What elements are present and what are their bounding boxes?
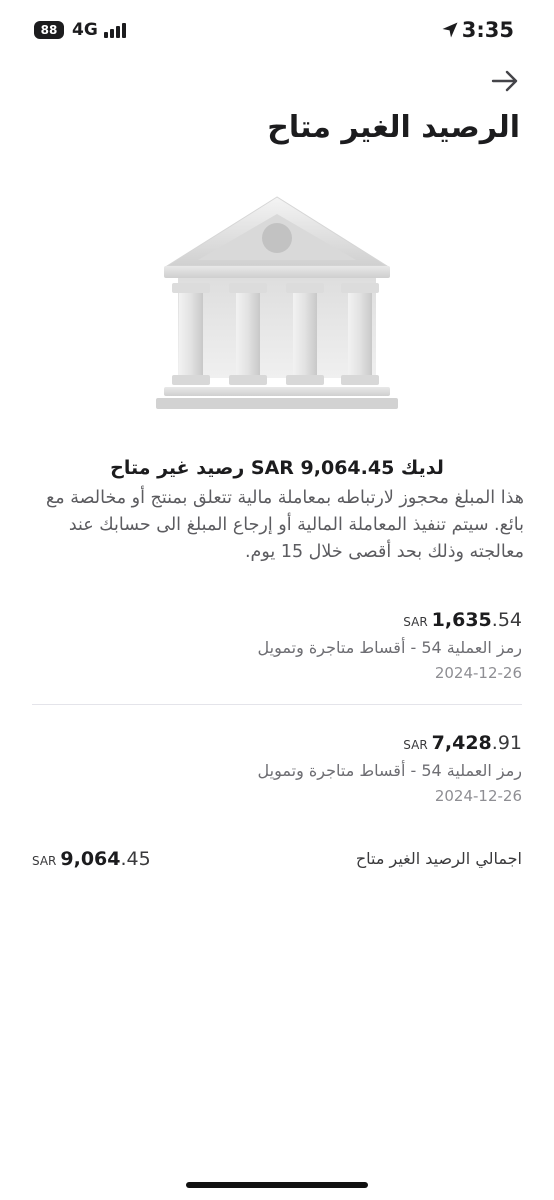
page-title: الرصيد الغير متاح	[267, 110, 520, 145]
currency-label: SAR	[403, 615, 428, 629]
amount-decimal: .54	[491, 609, 522, 631]
transaction-date: 2024-12-26	[434, 664, 522, 682]
transaction-item: SAR 1,635.54 رمز العملية 54 - أقساط متاجر…	[32, 607, 522, 685]
status-time: 3:35	[461, 18, 514, 42]
transaction-amount: SAR 1,635.54	[32, 607, 522, 635]
battery-indicator: 88	[34, 21, 64, 39]
amount-decimal: .45	[120, 848, 151, 870]
transaction-description: رمز العملية 54 - أقساط متاجرة وتمويل	[257, 761, 522, 780]
transaction-description: رمز العملية 54 - أقساط متاجرة وتمويل	[257, 638, 522, 657]
unavailable-balance-description: هذا المبلغ محجوز لارتباطه بمعاملة مالية …	[45, 488, 524, 562]
network-type: 4G	[72, 20, 98, 40]
total-row: اجمالي الرصيد الغير متاح SAR 9,064.45	[32, 846, 522, 872]
back-button[interactable]	[490, 68, 520, 94]
amount-whole: 1,635	[431, 609, 492, 631]
unavailable-balance-headline: لديك SAR 9,064.45 رصيد غير متاح	[110, 457, 444, 479]
bank-building-icon	[156, 196, 398, 409]
home-indicator	[186, 1182, 368, 1188]
transaction-date: 2024-12-26	[434, 787, 522, 805]
amount-whole: 9,064	[60, 848, 121, 870]
divider	[32, 704, 522, 705]
transaction-item: SAR 7,428.91 رمز العملية 54 - أقساط متاجر…	[32, 730, 522, 808]
location-arrow-icon	[442, 22, 458, 38]
status-bar: 88 4G 3:35	[0, 0, 554, 62]
amount-whole: 7,428	[431, 732, 492, 754]
amount-decimal: .91	[491, 732, 522, 754]
transaction-amount: SAR 7,428.91	[32, 730, 522, 758]
total-amount: SAR 9,064.45	[32, 846, 151, 874]
arrow-right-icon	[491, 70, 518, 92]
currency-label: SAR	[32, 854, 57, 868]
currency-label: SAR	[403, 738, 428, 752]
total-label: اجمالي الرصيد الغير متاح	[355, 849, 522, 868]
signal-bars-icon	[104, 22, 130, 38]
